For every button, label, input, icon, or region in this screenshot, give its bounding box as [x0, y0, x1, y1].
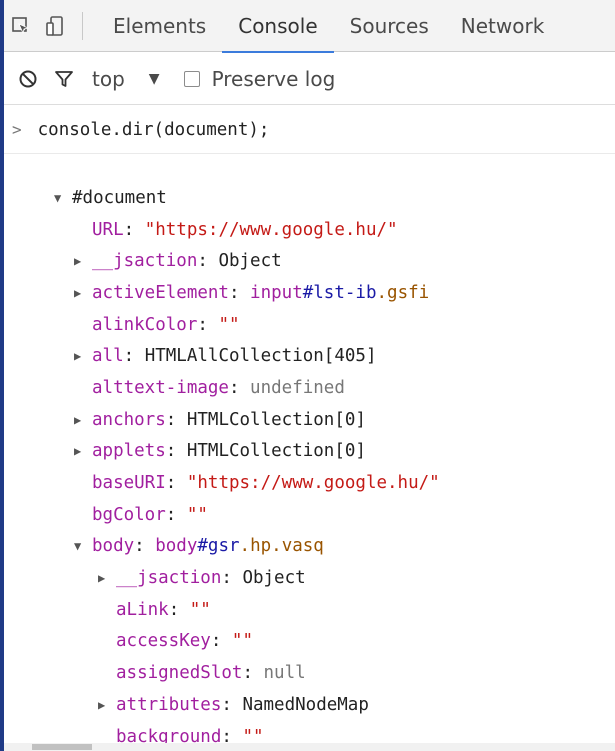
tab-sources[interactable]: Sources	[334, 0, 445, 52]
context-selector[interactable]: top ▼	[92, 67, 160, 91]
tree-row-body-accesskey: accessKey: ""	[116, 631, 253, 652]
tree-row-document[interactable]: ▼ #document	[4, 182, 615, 214]
context-label: top	[92, 66, 125, 91]
tree-row-active-element[interactable]: ▶ activeElement: input #lst-ib .gsfi	[4, 277, 615, 309]
expand-triangle-icon[interactable]: ▶	[98, 698, 116, 712]
devtools-tab-bar: Elements Console Sources Network	[4, 0, 615, 53]
console-filter-bar: top ▼ Preserve log	[4, 53, 615, 105]
tree-row-applets[interactable]: ▶ applets: HTMLCollection[0]	[4, 436, 615, 468]
tab-network[interactable]: Network	[445, 0, 561, 52]
expand-triangle-icon[interactable]: ▼	[74, 539, 92, 553]
expand-triangle-icon[interactable]: ▶	[74, 286, 92, 300]
object-tree: ▼ #document URL: "https://www.google.hu/…	[4, 154, 615, 751]
console-command: console.dir(document);	[37, 119, 270, 140]
expand-triangle-icon[interactable]: ▶	[74, 254, 92, 268]
tree-row-body-attributes[interactable]: ▶ attributes: NamedNodeMap	[4, 689, 615, 721]
tree-row-base-uri: baseURI: "https://www.google.hu/"	[92, 473, 440, 494]
tab-console[interactable]: Console	[222, 0, 335, 53]
prompt-icon: >	[12, 120, 22, 139]
tree-row-anchors[interactable]: ▶ anchors: HTMLCollection[0]	[4, 404, 615, 436]
expand-triangle-icon[interactable]: ▶	[74, 349, 92, 363]
cursor-select-icon[interactable]	[4, 0, 38, 52]
tree-row-body[interactable]: ▼ body: body #gsr .hp.vasq	[4, 531, 615, 563]
scrollbar-thumb[interactable]	[32, 744, 92, 750]
tree-row-body-alink: aLink: ""	[116, 599, 211, 620]
tree-row-body-jsaction[interactable]: ▶ __jsaction: Object	[4, 562, 615, 594]
device-toggle-icon[interactable]	[38, 0, 72, 52]
preserve-log-checkbox[interactable]	[183, 70, 200, 87]
tree-row-alttext-image: alttext-image: undefined	[92, 377, 345, 398]
preserve-log-toggle[interactable]: Preserve log	[183, 66, 336, 91]
console-output[interactable]: > console.dir(document); ▼ #document URL…	[4, 106, 615, 751]
tree-row-jsaction[interactable]: ▶ __jsaction: Object	[4, 245, 615, 277]
chevron-down-icon: ▼	[148, 70, 160, 87]
tree-row-body-assigned-slot: assignedSlot: null	[116, 663, 306, 684]
preserve-log-label: Preserve log	[211, 66, 336, 91]
tree-row-alink-color: alinkColor: ""	[92, 314, 240, 335]
clear-console-icon[interactable]	[10, 53, 46, 105]
tree-row-bg-color: bgColor: ""	[92, 504, 208, 525]
tab-elements[interactable]: Elements	[97, 0, 222, 52]
horizontal-scrollbar[interactable]	[4, 743, 615, 751]
tree-row-url: URL: "https://www.google.hu/"	[92, 219, 398, 240]
expand-triangle-icon[interactable]: ▶	[98, 571, 116, 585]
devtools-panel: Elements Console Sources Network top ▼ P…	[4, 0, 615, 751]
toolbar-divider	[82, 11, 83, 40]
tree-row-all[interactable]: ▶ all: HTMLAllCollection[405]	[4, 340, 615, 372]
filter-icon[interactable]	[46, 53, 82, 105]
expand-triangle-icon[interactable]: ▶	[74, 413, 92, 427]
expand-triangle-icon[interactable]: ▼	[54, 191, 72, 205]
expand-triangle-icon[interactable]: ▶	[74, 444, 92, 458]
console-command-line: > console.dir(document);	[4, 106, 615, 154]
